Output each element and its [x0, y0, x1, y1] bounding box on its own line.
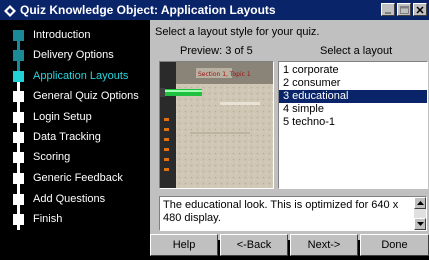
step-general-quiz-options[interactable]: General Quiz Options [0, 85, 150, 107]
step-marker-icon [13, 70, 24, 82]
preview-section-text: Section 1, Topic 1 [198, 71, 251, 78]
step-marker-icon [13, 29, 24, 41]
step-introduction[interactable]: Introduction [0, 24, 150, 46]
step-application-layouts[interactable]: Application Layouts [0, 65, 150, 87]
step-label: Scoring [33, 151, 71, 163]
preview-label: Preview: 3 of 5 [180, 45, 253, 57]
step-scoring[interactable]: Scoring [0, 146, 150, 168]
layout-description-box: The educational look. This is optimized … [159, 196, 427, 231]
step-label: Add Questions [33, 193, 106, 205]
step-label: Data Tracking [33, 131, 101, 143]
minimize-icon[interactable] [381, 3, 395, 16]
help-button[interactable]: Help [150, 234, 218, 256]
instruction-text: Select a layout style for your quiz. [155, 26, 320, 38]
step-label: Finish [33, 213, 63, 225]
layout-option-consumer[interactable]: 2 consumer [279, 77, 427, 90]
main-panel: Select a layout style for your quiz. Pre… [150, 20, 429, 256]
step-label: Introduction [33, 29, 91, 41]
step-label: Generic Feedback [33, 172, 123, 184]
layout-preview-image: Section 1, Topic 1 [159, 61, 274, 189]
layout-option-techno-1[interactable]: 5 techno-1 [279, 116, 427, 129]
step-data-tracking[interactable]: Data Tracking [0, 126, 150, 148]
wizard-steps-sidebar: Introduction Delivery Options Applicatio… [0, 20, 150, 240]
select-layout-label: Select a layout [320, 45, 393, 57]
layout-option-simple[interactable]: 4 simple [279, 103, 427, 116]
step-label: Delivery Options [33, 49, 114, 61]
step-marker-icon [13, 49, 24, 61]
title-bar[interactable]: Quiz Knowledge Object: Application Layou… [0, 0, 429, 20]
close-icon[interactable] [413, 3, 427, 16]
description-scrollbar[interactable] [414, 197, 426, 230]
step-delivery-options[interactable]: Delivery Options [0, 44, 150, 66]
step-label: General Quiz Options [33, 90, 139, 102]
app-diamond-icon [4, 4, 16, 17]
layout-option-corporate[interactable]: 1 corporate [279, 64, 427, 77]
button-row: Help <-Back Next-> Done [150, 234, 429, 260]
step-marker-icon [13, 151, 24, 163]
step-label: Application Layouts [33, 70, 129, 82]
scroll-down-icon[interactable] [414, 218, 426, 230]
layout-option-educational[interactable]: 3 educational [279, 90, 427, 103]
step-marker-icon [13, 90, 24, 102]
step-marker-icon [13, 172, 24, 184]
step-label: Login Setup [33, 111, 92, 123]
step-login-setup[interactable]: Login Setup [0, 106, 150, 128]
scroll-up-icon[interactable] [414, 197, 426, 209]
layout-listbox[interactable]: 1 corporate 2 consumer 3 educational 4 s… [278, 61, 428, 189]
step-marker-icon [13, 111, 24, 123]
wizard-window: Quiz Knowledge Object: Application Layou… [0, 0, 429, 256]
step-generic-feedback[interactable]: Generic Feedback [0, 167, 150, 189]
layout-description: The educational look. This is optimized … [163, 199, 399, 224]
step-finish[interactable]: Finish [0, 208, 150, 230]
window-title: Quiz Knowledge Object: Application Layou… [20, 3, 276, 17]
back-button[interactable]: <-Back [220, 234, 288, 256]
step-marker-icon [13, 131, 24, 143]
step-marker-icon [13, 193, 24, 205]
step-marker-icon [13, 213, 24, 225]
next-button[interactable]: Next-> [290, 234, 358, 256]
done-button[interactable]: Done [360, 234, 429, 256]
maximize-icon[interactable] [397, 3, 411, 16]
step-add-questions[interactable]: Add Questions [0, 188, 150, 210]
